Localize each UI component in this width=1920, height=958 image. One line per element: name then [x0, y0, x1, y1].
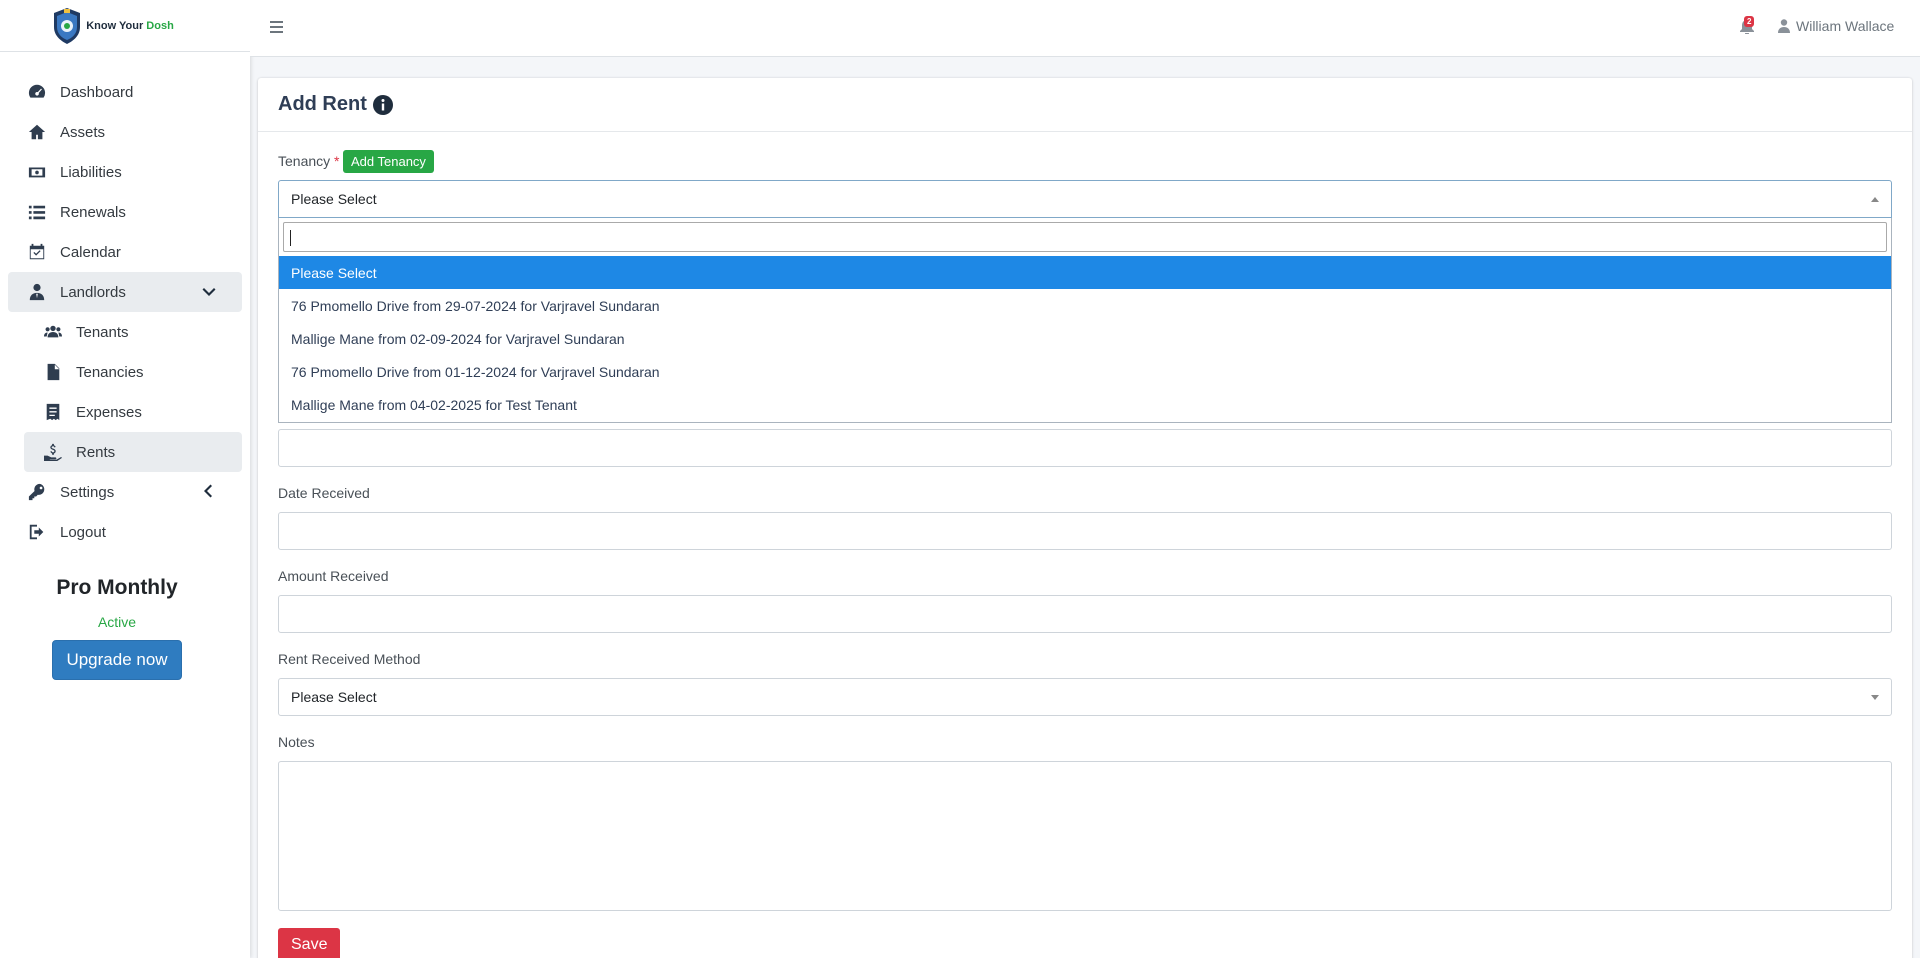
chevron-left-icon — [202, 484, 216, 498]
sidebar-item-dashboard[interactable]: Dashboard — [8, 72, 242, 112]
tenancy-select-value: Please Select — [291, 191, 377, 207]
date-received-input[interactable] — [278, 512, 1892, 550]
sidebar-item-label: Logout — [60, 523, 106, 541]
amount-received-input[interactable] — [278, 595, 1892, 633]
sidebar: Know Your Dosh Dashboard Assets Liabilit… — [0, 0, 250, 958]
sidebar-item-label: Rents — [76, 443, 116, 461]
dropdown-option[interactable]: Mallige Mane from 02-09-2024 for Varjrav… — [279, 322, 1891, 355]
brand-logo-icon — [54, 7, 81, 44]
sidebar-item-logout[interactable]: Logout — [8, 512, 242, 552]
add-tenancy-button[interactable]: Add Tenancy — [343, 150, 434, 173]
sidebar-item-landlords[interactable]: Landlords — [8, 272, 242, 312]
sidebar-item-label: Settings — [60, 483, 115, 501]
add-rent-card: Add Rent Tenancy * Add Tenancy Please Se… — [258, 78, 1912, 958]
card-header: Add Rent — [258, 78, 1912, 132]
dashboard-icon — [26, 83, 48, 101]
dropdown-option[interactable]: 76 Pmomello Drive from 29-07-2024 for Va… — [279, 289, 1891, 322]
user-menu[interactable]: William Wallace — [1778, 18, 1894, 34]
dropdown-option[interactable]: Mallige Mane from 04-02-2025 for Test Te… — [279, 388, 1891, 421]
sidebar-item-liabilities[interactable]: Liabilities — [8, 152, 242, 192]
sidebar-item-tenants[interactable]: Tenants — [24, 312, 242, 352]
notification-badge[interactable]: 2 — [1744, 16, 1755, 27]
home-icon — [26, 123, 48, 141]
users-icon — [42, 323, 64, 341]
top-navbar: 2 William Wallace — [250, 0, 1920, 57]
info-icon[interactable] — [372, 94, 393, 115]
sidebar-item-rents[interactable]: Rents — [24, 432, 242, 472]
sidebar-item-calendar[interactable]: Calendar — [8, 232, 242, 272]
sidebar-item-renewals[interactable]: Renewals — [8, 192, 242, 232]
brand-name: Know Your Dosh — [86, 19, 174, 32]
key-icon — [26, 483, 48, 501]
amount-received-label: Amount Received — [278, 568, 389, 584]
list-icon — [26, 203, 48, 221]
user-name: William Wallace — [1796, 18, 1895, 34]
chevron-down-icon — [202, 284, 216, 298]
notes-label: Notes — [278, 734, 315, 750]
rent-period-input[interactable] — [278, 429, 1892, 467]
sidebar-item-label: Assets — [60, 123, 106, 141]
dropdown-option[interactable]: Please Select — [279, 256, 1891, 289]
sidebar-item-label: Tenancies — [76, 363, 144, 381]
date-received-label: Date Received — [278, 485, 370, 501]
money-icon — [26, 163, 48, 181]
sidebar-item-label: Tenants — [76, 323, 129, 341]
receipt-icon — [42, 403, 64, 421]
plan-title: Pro Monthly — [56, 576, 178, 599]
required-mark: * — [334, 153, 340, 169]
sidebar-item-assets[interactable]: Assets — [8, 112, 242, 152]
save-button[interactable]: Save — [278, 928, 341, 958]
sidebar-item-label: Landlords — [60, 283, 126, 301]
hand-money-icon — [42, 443, 64, 461]
plan-panel: Pro Monthly Active Upgrade now — [0, 576, 250, 680]
sidebar-nav: Dashboard Assets Liabilities Renewals Ca… — [0, 52, 250, 552]
caret-up-icon — [1871, 197, 1879, 202]
contract-icon — [42, 363, 64, 381]
sidebar-item-label: Calendar — [60, 243, 121, 261]
calendar-icon — [26, 243, 48, 261]
dropdown-option[interactable]: 76 Pmomello Drive from 01-12-2024 for Va… — [279, 355, 1891, 388]
notes-textarea[interactable] — [278, 761, 1892, 911]
menu-toggle-icon[interactable] — [270, 21, 283, 34]
sidebar-item-settings[interactable]: Settings — [8, 472, 242, 512]
tenancy-dropdown: Please Select 76 Pmomello Drive from 29-… — [278, 218, 1892, 423]
sidebar-item-expenses[interactable]: Expenses — [24, 392, 242, 432]
sidebar-item-tenancies[interactable]: Tenancies — [24, 352, 242, 392]
method-select[interactable]: Please Select — [278, 678, 1892, 716]
sidebar-item-label: Renewals — [60, 203, 126, 221]
caret-down-icon — [1871, 695, 1879, 700]
page-title: Add Rent — [278, 93, 367, 115]
user-tie-icon — [26, 283, 48, 301]
upgrade-button[interactable]: Upgrade now — [52, 640, 182, 680]
sidebar-item-label: Liabilities — [60, 163, 122, 181]
dropdown-search-input[interactable] — [283, 222, 1887, 252]
sidebar-item-label: Dashboard — [60, 83, 134, 101]
landlords-submenu: Tenants Tenancies Expenses Rents — [8, 312, 242, 472]
user-icon — [1778, 19, 1790, 33]
brand[interactable]: Know Your Dosh — [0, 0, 250, 52]
method-label: Rent Received Method — [278, 651, 421, 667]
logout-icon — [26, 523, 48, 541]
method-select-value: Please Select — [291, 689, 377, 705]
tenancy-select[interactable]: Please Select — [278, 180, 1892, 218]
tenancy-label: Tenancy * — [278, 153, 340, 169]
plan-status: Active — [97, 614, 137, 630]
sidebar-item-label: Expenses — [76, 403, 142, 421]
